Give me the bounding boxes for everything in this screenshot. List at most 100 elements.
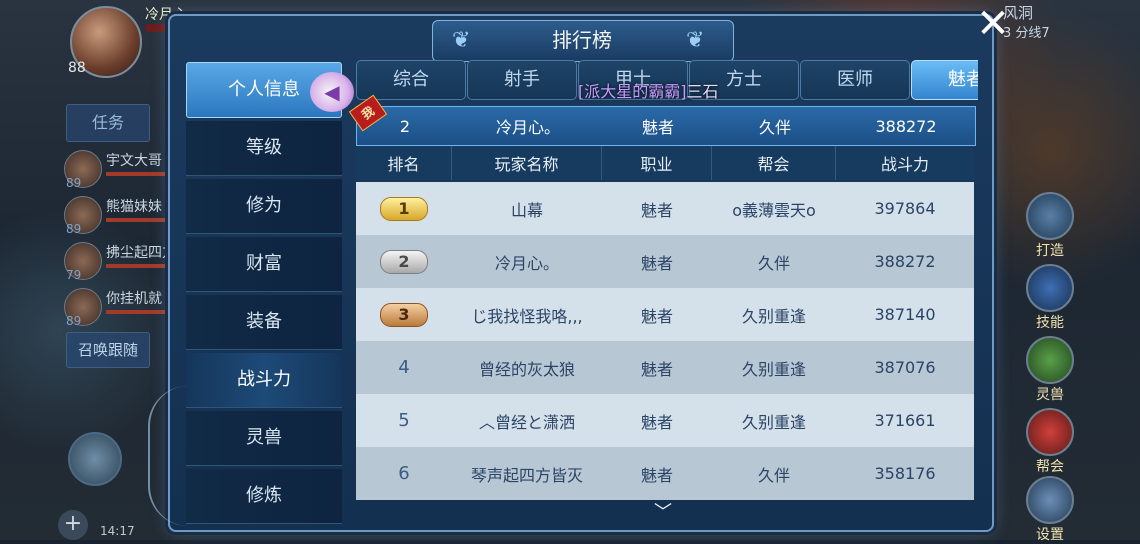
power-cell: 397864 [874, 199, 936, 218]
category-menu: 个人信息 等级 修为 财富 装备 战斗力 灵兽 修炼 [186, 62, 342, 527]
skill-label: 帮会 [1036, 459, 1064, 475]
table-row[interactable]: 2 冷月心。 魅者 久伴 388272 [356, 235, 974, 288]
menu-item-wealth[interactable]: 财富 [186, 237, 342, 292]
header-guild: 帮会 [712, 146, 836, 180]
my-rank-number: 2 [399, 116, 411, 136]
job-cell: 魅者 [640, 253, 673, 273]
guild-cell: 久别重逢 [741, 412, 806, 432]
rank-cell: 6 [398, 463, 410, 484]
power-cell: 388272 [874, 252, 936, 271]
guild-cell: 久伴 [757, 253, 790, 273]
power-cell: 387140 [874, 305, 936, 324]
ranking-panel: ❦ ❦ 排行榜 个人信息 等级 修为 财富 装备 战斗力 灵兽 修炼 综合 射手… [148, 14, 994, 532]
job-cell: 魅者 [640, 359, 673, 379]
team-member-level: 89 [66, 314, 82, 328]
skill-settings-button[interactable]: 设置 [1026, 476, 1074, 544]
my-rank-guild: 久伴 [758, 118, 791, 137]
power-cell: 387076 [874, 358, 936, 377]
team-member-level: 89 [66, 222, 82, 236]
skill-label: 打造 [1036, 243, 1064, 259]
broadcast-text: 三石 [686, 82, 719, 101]
my-rank-row: 我 2 冷月心。 魅者 久伴 388272 [348, 94, 976, 146]
ranking-table-body[interactable]: 1 山幕 魅者 o義薄雲天o 397864 2 冷月心。 魅者 久伴 38827… [356, 182, 974, 512]
player-name-cell: 琴声起四方皆灭 [470, 465, 583, 485]
team-member-name: 熊猫妹妹 [106, 199, 162, 215]
team-member[interactable]: 熊猫妹妹 89 [60, 194, 170, 240]
team-member[interactable]: 你挂机就 89 [60, 286, 170, 332]
rank-cell: 3 [356, 288, 452, 341]
skill-guild-button[interactable]: 帮会 [1026, 408, 1074, 476]
header-player-name: 玩家名称 [452, 146, 602, 180]
summon-follow-button[interactable]: 召唤跟随 [66, 332, 150, 368]
bronze-medal-icon: 3 [380, 302, 428, 327]
team-member-name: 你挂机就 [106, 291, 162, 307]
broadcast-speaker-icon[interactable]: ◀ [310, 72, 354, 112]
skill-label: 灵兽 [1036, 387, 1064, 403]
job-cell: 魅者 [640, 412, 673, 432]
team-member[interactable]: 宇文大哥 89 [60, 148, 170, 194]
team-member-hp-bar [106, 218, 166, 222]
tab-healer[interactable]: 医师 [800, 60, 910, 100]
player-level: 88 [68, 60, 86, 76]
menu-item-cultivation[interactable]: 修为 [186, 179, 342, 234]
team-member-hp-bar [106, 310, 166, 314]
job-cell: 魅者 [640, 306, 673, 326]
skill-forge-button[interactable]: 打造 [1026, 192, 1074, 260]
close-icon[interactable]: ✕ [974, 4, 1012, 44]
skill-skills-button[interactable]: 技能 [1026, 264, 1074, 332]
beast-icon [1026, 336, 1074, 384]
header-combat-power: 战斗力 [880, 155, 929, 174]
gold-medal-icon: 1 [380, 196, 428, 221]
panel-title: 排行榜 [552, 28, 612, 52]
rank-cell: 2 [356, 235, 452, 288]
power-cell: 358176 [874, 464, 936, 483]
menu-item-spirit-beast[interactable]: 灵兽 [186, 411, 342, 466]
table-row[interactable]: 3 じ我找怪我咯,,, 魅者 久别重逢 387140 [356, 288, 974, 341]
task-tab[interactable]: 任务 [66, 104, 150, 142]
scroll-icon [1026, 408, 1074, 456]
guild-cell: 久别重逢 [741, 359, 806, 379]
tab-archer[interactable]: 射手 [467, 60, 577, 100]
team-member-hp-bar [106, 172, 166, 176]
expand-plus-icon[interactable]: + [58, 510, 88, 540]
gear-icon [1026, 476, 1074, 524]
joystick-icon[interactable] [68, 432, 122, 486]
team-member-name: 宇文大哥 [106, 153, 162, 169]
job-cell: 魅者 [640, 465, 673, 485]
guild-cell: 久伴 [757, 465, 790, 485]
my-rank-name: 冷月心。 [495, 118, 560, 137]
header-job: 职业 [602, 146, 712, 180]
ranking-table-header: 排名 玩家名称 职业 帮会 战斗力 [356, 146, 974, 180]
team-member-name: 拂尘起四方 [106, 245, 176, 261]
book-icon [1026, 264, 1074, 312]
guild-cell: o義薄雲天o [732, 200, 816, 220]
table-row[interactable]: 1 山幕 魅者 o義薄雲天o 397864 [356, 182, 974, 235]
skill-label: 设置 [1036, 527, 1064, 543]
menu-item-level[interactable]: 等级 [186, 121, 342, 176]
player-name-cell: じ我找怪我咯,,, [471, 306, 583, 326]
silver-medal-icon: 2 [380, 249, 428, 274]
my-rank-job: 魅者 [641, 118, 674, 137]
my-rank-power: 388272 [875, 116, 937, 136]
team-list: 宇文大哥 89 熊猫妹妹 89 拂尘起四方 79 你挂机就 89 [60, 148, 176, 332]
team-member[interactable]: 拂尘起四方 79 [60, 240, 176, 286]
menu-item-training[interactable]: 修炼 [186, 469, 342, 524]
skill-beast-button[interactable]: 灵兽 [1026, 336, 1074, 404]
menu-item-combat-power[interactable]: 战斗力 [186, 353, 342, 408]
table-row[interactable]: 6 琴声起四方皆灭 魅者 久伴 358176 [356, 447, 974, 500]
panel-vine-decoration [148, 386, 190, 526]
broadcast-channel: [派大星的霸霸] [578, 82, 687, 101]
table-row[interactable]: 5 ︿曾经と潇洒 魅者 久别重逢 371661 [356, 394, 974, 447]
power-cell: 371661 [874, 411, 936, 430]
rank-cell: 4 [398, 357, 410, 378]
player-name-cell: 曾经的灰太狼 [478, 359, 575, 379]
player-name-cell: 冷月心。 [494, 253, 559, 273]
chat-broadcast: [派大星的霸霸]三石 [578, 78, 719, 102]
player-name-cell: ︿曾经と潇洒 [478, 412, 575, 432]
team-member-level: 79 [66, 268, 82, 282]
tab-charmer[interactable]: 魅者 [911, 60, 978, 100]
header-rank: 排名 [356, 146, 452, 180]
table-row[interactable]: 4 曾经的灰太狼 魅者 久别重逢 387076 [356, 341, 974, 394]
scroll-down-chevron-icon[interactable]: ﹀ [654, 498, 672, 524]
menu-item-equipment[interactable]: 装备 [186, 295, 342, 350]
